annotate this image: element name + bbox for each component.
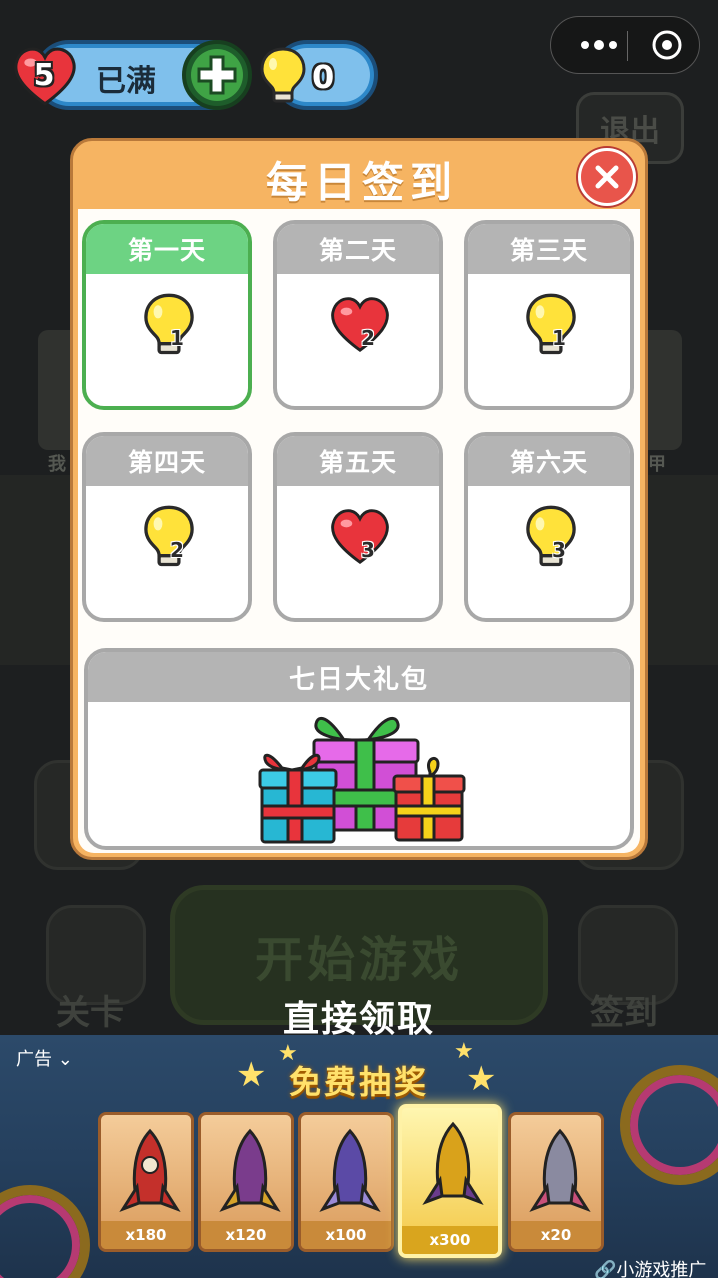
- reward-count: 1: [552, 326, 566, 350]
- day-label: 第三天: [468, 224, 630, 274]
- rocket-icon: [119, 1128, 181, 1212]
- ad-prize-card-5: x20: [508, 1112, 604, 1252]
- day-card-4[interactable]: 第四天 2: [82, 432, 252, 622]
- prize-amount: x120: [201, 1221, 291, 1249]
- mini-program-capsule: [550, 16, 700, 74]
- rocket-icon: [319, 1128, 381, 1212]
- rocket-icon: [219, 1128, 281, 1212]
- ad-prize-card-4: x300: [398, 1104, 502, 1258]
- prize-amount: x300: [402, 1226, 498, 1254]
- rocket-icon: [422, 1121, 484, 1205]
- day-card-5[interactable]: 第五天 3: [273, 432, 443, 622]
- target-close-icon: [652, 30, 682, 60]
- bulb-icon: [526, 505, 576, 567]
- bg-right-card-label: 甲: [648, 454, 666, 475]
- more-button[interactable]: [571, 17, 627, 73]
- mini-game-promo-label: 🔗小游戏推广: [594, 1260, 707, 1278]
- dialog-title: 每日签到: [265, 158, 458, 207]
- lives-status: 已满: [96, 64, 156, 99]
- bg-left-card-label: 我: [48, 454, 66, 475]
- ad-decor-ring-left: [0, 1185, 90, 1278]
- capsule-divider: [627, 31, 628, 61]
- reward-count: 2: [170, 538, 184, 562]
- day-label: 第二天: [277, 224, 439, 274]
- reward-count: 1: [170, 326, 184, 350]
- ad-prize-card-1: x180: [98, 1112, 194, 1252]
- close-dialog-button[interactable]: [578, 148, 636, 206]
- day-label: 第一天: [86, 224, 248, 274]
- day-card-6[interactable]: 第六天 3: [464, 432, 634, 622]
- prize-amount: x20: [511, 1221, 601, 1249]
- ad-prize-card-2: x120: [198, 1112, 294, 1252]
- ad-prize-card-3: x100: [298, 1112, 394, 1252]
- ad-title: 免费抽奖: [288, 1063, 429, 1101]
- day-label: 第五天: [277, 436, 439, 486]
- close-icon: [595, 165, 619, 189]
- gift-boxes-icon: [258, 716, 466, 844]
- prize-amount: x180: [101, 1221, 191, 1249]
- bulb-icon: [144, 293, 194, 355]
- rocket-icon: [529, 1128, 591, 1212]
- day-card-1[interactable]: 第一天 1: [82, 220, 252, 410]
- add-lives-button[interactable]: [182, 40, 252, 110]
- hints-count: 0: [312, 58, 335, 96]
- day-label: 第六天: [468, 436, 630, 486]
- day-card-3[interactable]: 第三天 1: [464, 220, 634, 410]
- bulb-icon: [260, 47, 306, 103]
- more-dots-icon: [581, 40, 617, 50]
- reward-count: 3: [361, 538, 375, 562]
- bulb-icon: [526, 293, 576, 355]
- heart-icon: [331, 509, 389, 564]
- day-label: 第四天: [86, 436, 248, 486]
- seventh-day-label: 七日大礼包: [88, 652, 630, 702]
- exit-miniprogram-button[interactable]: [639, 17, 695, 73]
- day-card-2[interactable]: 第二天 2: [273, 220, 443, 410]
- heart-icon: [331, 297, 389, 352]
- reward-count: 2: [361, 326, 375, 350]
- plus-icon: [197, 55, 237, 95]
- prize-amount: x100: [301, 1221, 391, 1249]
- bulb-icon: [144, 505, 194, 567]
- day-card-7[interactable]: 七日大礼包: [84, 648, 634, 850]
- lives-count: 5: [33, 58, 55, 93]
- reward-count: 3: [552, 538, 566, 562]
